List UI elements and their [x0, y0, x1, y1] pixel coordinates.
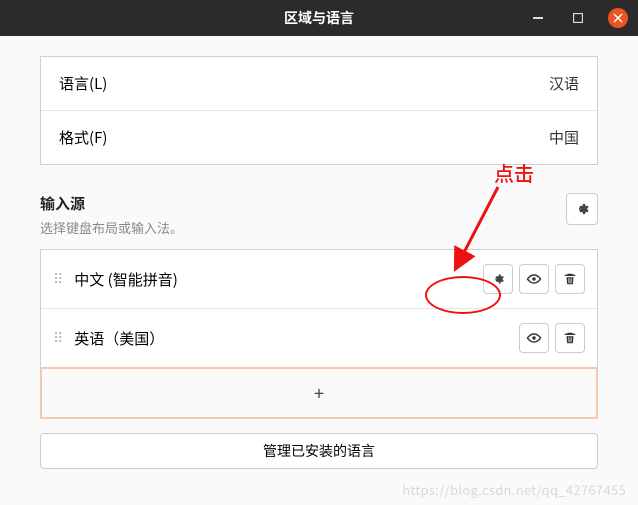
input-section-header: 输入源 选择键盘布局或输入法。: [40, 193, 598, 249]
delete-button[interactable]: [555, 323, 585, 353]
row-actions: [519, 323, 585, 353]
trash-icon: [563, 331, 577, 345]
window-controls: [518, 0, 638, 36]
main-content: 语言(L) 汉语 格式(F) 中国 输入源 选择键盘布局或输入法。 ⠿ 中文 (…: [0, 36, 638, 489]
add-input-source-button[interactable]: +: [40, 367, 598, 419]
manage-languages-label: 管理已安装的语言: [263, 441, 375, 461]
input-options-button[interactable]: [566, 193, 598, 225]
drag-handle-icon[interactable]: ⠿: [53, 328, 64, 348]
row-actions: [483, 264, 585, 294]
input-sources-title: 输入源: [40, 193, 183, 214]
input-sources-subtitle: 选择键盘布局或输入法。: [40, 218, 183, 237]
titlebar: 区域与语言: [0, 0, 638, 36]
gear-icon: [574, 201, 590, 217]
input-settings-button[interactable]: [483, 264, 513, 294]
preview-button[interactable]: [519, 323, 549, 353]
delete-button[interactable]: [555, 264, 585, 294]
input-sources-list: ⠿ 中文 (智能拼音): [40, 249, 598, 368]
manage-languages-button[interactable]: 管理已安装的语言: [40, 433, 598, 469]
language-row[interactable]: 语言(L) 汉语: [41, 57, 597, 110]
eye-icon: [526, 271, 542, 287]
input-source-label: 中文 (智能拼音): [74, 269, 483, 290]
format-label: 格式(F): [59, 127, 107, 148]
input-source-row[interactable]: ⠿ 英语（美国）: [41, 308, 597, 367]
language-value: 汉语: [549, 73, 579, 94]
language-label: 语言(L): [59, 73, 107, 94]
trash-icon: [563, 272, 577, 286]
gear-icon: [491, 272, 505, 286]
locale-panel: 语言(L) 汉语 格式(F) 中国: [40, 56, 598, 165]
input-source-label: 英语（美国）: [74, 328, 519, 349]
format-row[interactable]: 格式(F) 中国: [41, 110, 597, 164]
preview-button[interactable]: [519, 264, 549, 294]
minimize-button[interactable]: [518, 0, 558, 36]
plus-icon: +: [314, 380, 324, 406]
input-source-row[interactable]: ⠿ 中文 (智能拼音): [41, 250, 597, 308]
format-value: 中国: [549, 127, 579, 148]
watermark: https://blog.csdn.net/qq_42767455: [402, 480, 626, 499]
drag-handle-icon[interactable]: ⠿: [53, 269, 64, 289]
eye-icon: [526, 330, 542, 346]
maximize-button[interactable]: [558, 0, 598, 36]
window-title: 区域与语言: [284, 8, 354, 28]
close-button[interactable]: [608, 8, 628, 28]
